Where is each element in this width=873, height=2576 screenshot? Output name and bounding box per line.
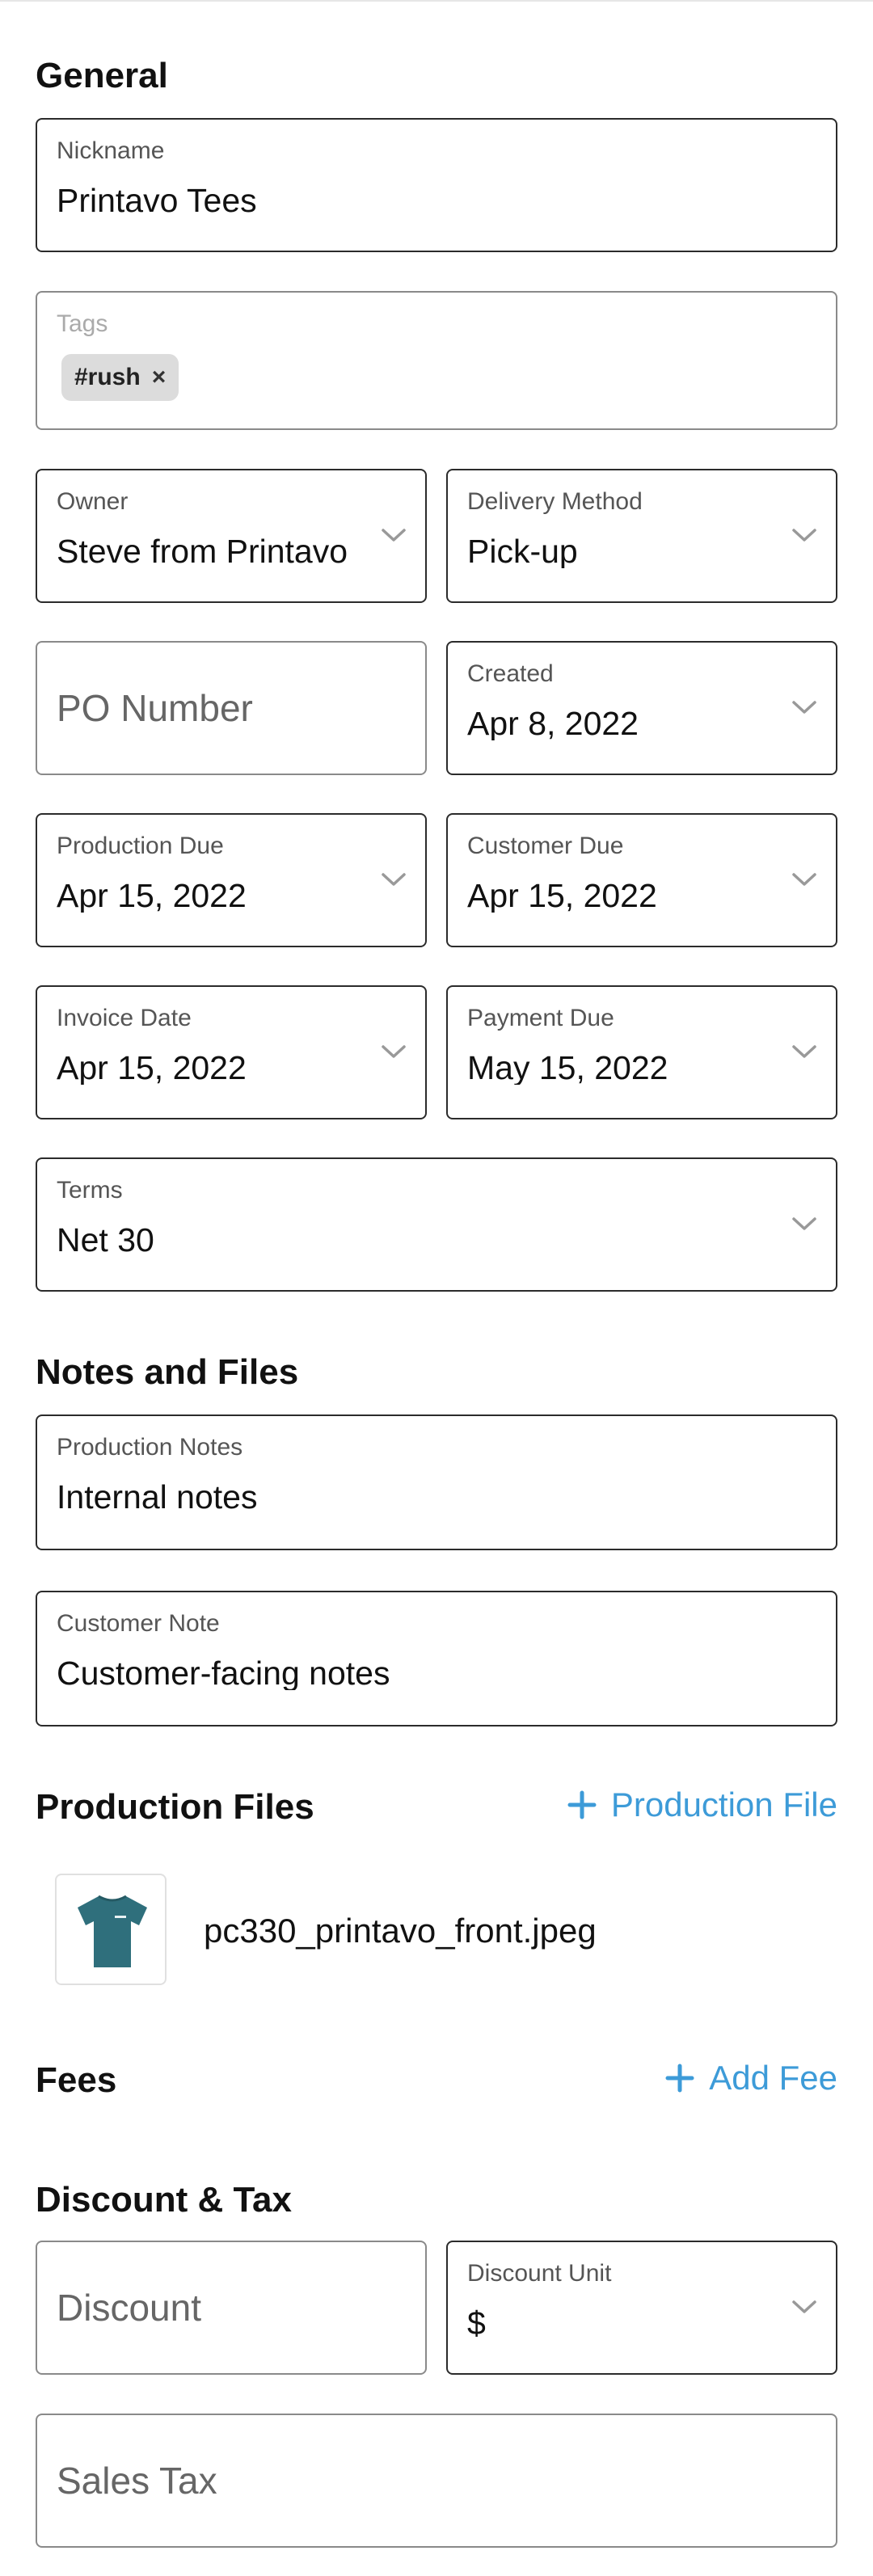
discount-unit-value: $: [467, 2307, 486, 2340]
discount-unit-select[interactable]: Discount Unit $: [446, 2241, 837, 2375]
tag-remove-icon[interactable]: ×: [152, 365, 167, 390]
delivery-method-label: Delivery Method: [467, 488, 643, 515]
invoice-date-value: Apr 15, 2022: [57, 1052, 247, 1085]
customer-due-select[interactable]: Customer Due Apr 15, 2022: [446, 813, 837, 947]
section-production-files-title: Production Files: [36, 1787, 314, 1827]
production-notes-field[interactable]: Production Notes Internal notes: [36, 1414, 837, 1550]
chevron-down-icon: [791, 1043, 818, 1060]
po-number-placeholder: PO Number: [57, 687, 253, 729]
chevron-down-icon: [380, 1043, 407, 1060]
chevron-down-icon: [791, 698, 818, 716]
owner-label: Owner: [57, 488, 129, 515]
file-thumbnail[interactable]: [55, 1874, 167, 1985]
invoice-date-label: Invoice Date: [57, 1005, 192, 1031]
created-date-select[interactable]: Created Apr 8, 2022: [446, 641, 837, 775]
chevron-down-icon: [380, 871, 407, 888]
plus-icon: [567, 1790, 597, 1819]
add-production-file-button[interactable]: Production File: [567, 1788, 837, 1822]
production-file-item[interactable]: pc330_printavo_front.jpeg: [55, 1874, 831, 1987]
tag-chip-rush[interactable]: #rush ×: [61, 354, 179, 401]
owner-select[interactable]: Owner Steve from Printavo: [36, 469, 427, 603]
tag-chip-label: #rush: [74, 364, 141, 390]
add-production-file-label: Production File: [610, 1785, 837, 1823]
add-fee-label: Add Fee: [709, 2059, 837, 2097]
chevron-down-icon: [791, 2298, 818, 2316]
payment-due-select[interactable]: Payment Due May 15, 2022: [446, 985, 837, 1119]
invoice-date-select[interactable]: Invoice Date Apr 15, 2022: [36, 985, 427, 1119]
chevron-down-icon: [791, 871, 818, 888]
created-label: Created: [467, 660, 554, 687]
production-notes-label: Production Notes: [57, 1434, 243, 1461]
nickname-field[interactable]: Nickname Printavo Tees: [36, 118, 837, 252]
tags-label: Tags: [57, 310, 108, 337]
section-notes-files-title: Notes and Files: [36, 1352, 299, 1392]
discount-input[interactable]: Discount: [36, 2241, 427, 2375]
chevron-down-icon: [380, 526, 407, 544]
terms-select[interactable]: Terms Net 30: [36, 1157, 837, 1292]
section-general-title: General: [36, 56, 168, 95]
sales-tax-input[interactable]: Sales Tax: [36, 2414, 837, 2548]
terms-label: Terms: [57, 1177, 123, 1204]
customer-due-label: Customer Due: [467, 833, 624, 859]
delivery-method-value: Pick-up: [467, 535, 578, 568]
production-due-select[interactable]: Production Due Apr 15, 2022: [36, 813, 427, 947]
production-due-value: Apr 15, 2022: [57, 879, 247, 913]
created-value: Apr 8, 2022: [467, 707, 639, 740]
owner-value: Steve from Printavo: [57, 535, 348, 568]
customer-note-field[interactable]: Customer Note Customer-facing notes: [36, 1591, 837, 1726]
customer-note-value: Customer-facing notes: [57, 1657, 390, 1690]
discount-unit-label: Discount Unit: [467, 2260, 612, 2287]
section-fees-title: Fees: [36, 2060, 117, 2100]
sales-tax-placeholder: Sales Tax: [57, 2460, 217, 2502]
add-fee-button[interactable]: Add Fee: [665, 2061, 837, 2095]
po-number-input[interactable]: PO Number: [36, 641, 427, 775]
chevron-down-icon: [791, 1215, 818, 1233]
section-discount-tax-title: Discount & Tax: [36, 2180, 293, 2220]
tags-field[interactable]: Tags #rush ×: [36, 291, 837, 430]
customer-note-label: Customer Note: [57, 1610, 220, 1637]
nickname-value: Printavo Tees: [57, 184, 257, 217]
production-due-label: Production Due: [57, 833, 224, 859]
delivery-method-select[interactable]: Delivery Method Pick-up: [446, 469, 837, 603]
top-divider: [0, 0, 873, 2]
terms-value: Net 30: [57, 1224, 154, 1257]
plus-icon: [665, 2064, 694, 2093]
nickname-label: Nickname: [57, 137, 165, 164]
file-name[interactable]: pc330_printavo_front.jpeg: [204, 1914, 597, 1948]
payment-due-value: May 15, 2022: [467, 1052, 668, 1085]
tshirt-icon: [78, 1895, 147, 1967]
customer-due-value: Apr 15, 2022: [467, 879, 657, 913]
payment-due-label: Payment Due: [467, 1005, 614, 1031]
discount-placeholder: Discount: [57, 2287, 201, 2329]
production-notes-value: Internal notes: [57, 1481, 258, 1514]
chevron-down-icon: [791, 526, 818, 544]
